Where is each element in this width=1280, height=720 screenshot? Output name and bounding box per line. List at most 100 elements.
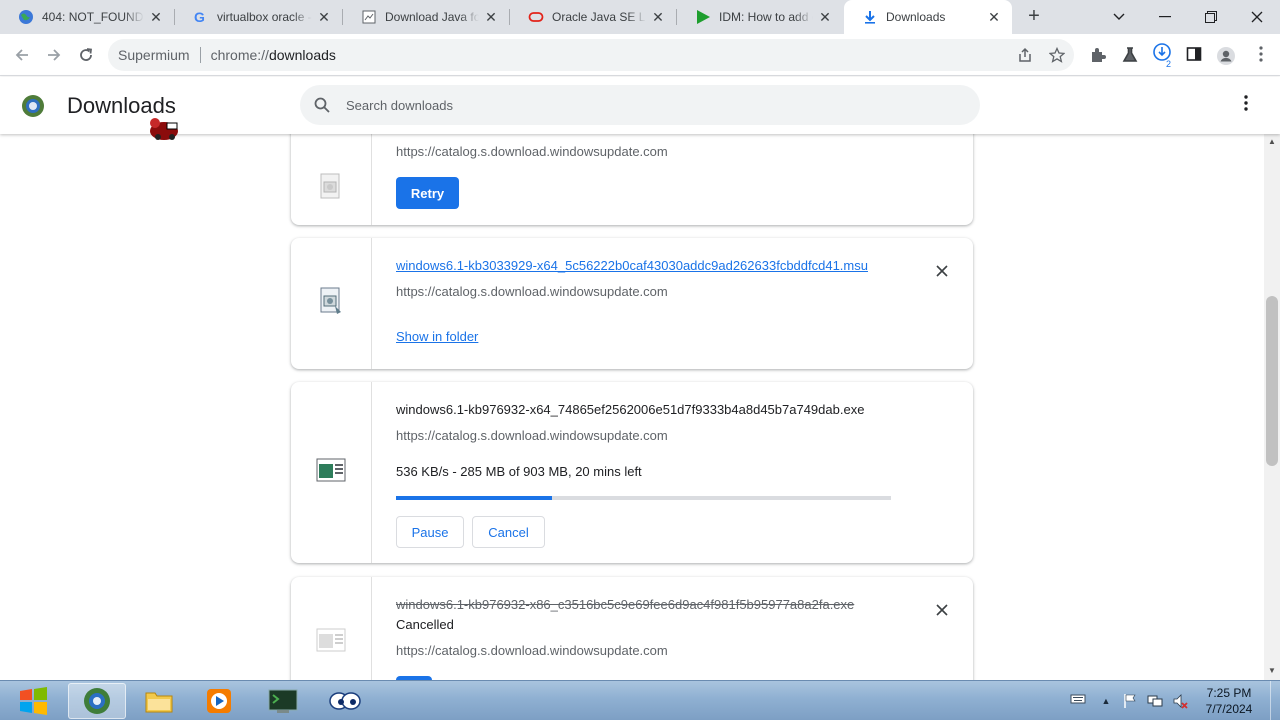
download-card: windows6.1-kb976932-x64_74865ef2562006e5… <box>291 382 973 563</box>
tab-strip: 404: NOT_FOUND ✕ G virtualbox oracle - G… <box>0 0 1280 34</box>
download-file-link[interactable]: windows6.1-kb3033929-x64_5c56222b0caf430… <box>396 258 868 273</box>
google-icon: G <box>193 9 209 25</box>
executable-file-icon <box>316 457 346 488</box>
globe-icon <box>18 9 34 25</box>
tab-downloads[interactable]: Downloads ✕ <box>844 0 1012 34</box>
supermium-icon <box>84 688 110 714</box>
scroll-up-arrow-icon[interactable]: ▲ <box>1268 138 1276 146</box>
show-desktop-button[interactable] <box>1270 681 1280 720</box>
keyboard-tray-icon[interactable] <box>1070 693 1086 709</box>
download-card: https://catalog.s.download.windowsupdate… <box>291 134 973 225</box>
cursor-busy-icon <box>147 115 181 141</box>
oracle-icon <box>528 9 544 25</box>
close-icon[interactable]: ✕ <box>483 9 499 26</box>
download-file-name: windows6.1-kb976932-x86_c3516bc5c9e69fee… <box>396 597 855 612</box>
close-icon[interactable]: ✕ <box>986 9 1002 26</box>
search-placeholder: Search downloads <box>346 97 453 113</box>
bookmark-star-icon[interactable] <box>1048 46 1066 65</box>
new-tab-button[interactable]: + <box>1024 6 1044 28</box>
download-card: windows6.1-kb976932-x86_c3516bc5c9e69fee… <box>291 577 973 680</box>
tab-virtualbox-search[interactable]: G virtualbox oracle - Google Search ✕ <box>175 0 342 34</box>
supermium-logo-icon <box>21 94 45 118</box>
clock-time: 7:25 PM <box>1206 686 1252 700</box>
download-source-url: https://catalog.s.download.windowsupdate… <box>396 428 668 443</box>
show-in-folder-link[interactable]: Show in folder <box>396 329 478 344</box>
browser-brand: Supermium <box>118 47 190 63</box>
more-actions-button[interactable] <box>1236 95 1256 115</box>
search-icon <box>314 97 330 113</box>
taskbar-file-explorer[interactable] <box>130 683 188 719</box>
retry-button[interactable]: Retry <box>396 177 459 209</box>
clock-date: 7/7/2024 <box>1205 702 1253 716</box>
taskbar-supermium[interactable] <box>68 683 126 719</box>
windows-logo-icon <box>20 687 47 715</box>
close-icon <box>936 604 948 616</box>
search-downloads-input[interactable]: Search downloads <box>300 85 980 125</box>
pause-button[interactable]: Pause <box>396 516 464 548</box>
forward-button[interactable] <box>42 43 66 67</box>
installer-file-icon <box>317 172 345 207</box>
download-source-url: https://catalog.s.download.windowsupdate… <box>396 284 668 299</box>
action-center-flag-icon[interactable] <box>1122 693 1138 709</box>
taskbar-media-player[interactable] <box>190 683 248 719</box>
folder-icon <box>145 692 173 713</box>
volume-muted-icon[interactable] <box>1172 693 1188 709</box>
browser-menu-icon[interactable] <box>1252 46 1270 64</box>
media-player-icon <box>207 689 231 713</box>
arrow-left-icon <box>15 49 28 61</box>
tab-search-button[interactable] <box>1096 0 1142 34</box>
installer-file-icon <box>317 286 345 321</box>
page-scrollbar[interactable]: ▲ ▼ <box>1264 134 1280 680</box>
download-progress-text: 536 KB/s - 285 MB of 903 MB, 20 mins lef… <box>396 464 642 479</box>
taskbar-app-eyes[interactable] <box>316 683 374 719</box>
scroll-down-arrow-icon[interactable]: ▼ <box>1268 667 1276 675</box>
restore-button[interactable] <box>1188 0 1234 34</box>
back-button[interactable] <box>10 43 34 67</box>
share-icon[interactable] <box>1016 47 1034 65</box>
taskbar-terminal[interactable] <box>254 683 312 719</box>
profile-avatar-icon[interactable] <box>1216 46 1235 65</box>
close-icon[interactable]: ✕ <box>650 9 666 26</box>
flask-extension-icon[interactable] <box>1121 46 1139 64</box>
browser-toolbar: Supermium chrome://downloads 2 <box>0 34 1280 76</box>
more-vert-icon <box>1244 95 1248 111</box>
address-bar[interactable]: Supermium chrome://downloads <box>108 39 1074 71</box>
cancel-button[interactable]: Cancel <box>472 516 545 548</box>
url-text: chrome://downloads <box>210 47 336 63</box>
remove-download-button[interactable] <box>933 601 951 619</box>
taskbar-clock[interactable]: 7:25 PM 7/7/2024 <box>1196 685 1262 717</box>
close-icon[interactable]: ✕ <box>817 9 833 26</box>
minimize-button[interactable] <box>1142 0 1188 34</box>
svg-text:G: G <box>194 9 205 25</box>
tab-idm-how-to[interactable]: IDM: How to add download ✕ <box>677 0 843 34</box>
download-card: windows6.1-kb3033929-x64_5c56222b0caf430… <box>291 238 973 369</box>
close-icon[interactable]: ✕ <box>148 9 164 26</box>
tab-download-java[interactable]: Download Java for Windows ✕ <box>343 0 509 34</box>
download-source-url: https://catalog.s.download.windowsupdate… <box>396 144 668 159</box>
close-icon[interactable]: ✕ <box>316 9 332 26</box>
remove-download-button[interactable] <box>933 262 951 280</box>
idm-play-icon <box>695 9 711 25</box>
download-status: Cancelled <box>396 617 454 632</box>
tab-404-not-found[interactable]: 404: NOT_FOUND ✕ <box>0 0 174 34</box>
close-icon <box>936 265 948 277</box>
downloads-toolbar-icon[interactable]: 2 <box>1152 42 1174 69</box>
start-button[interactable] <box>14 683 54 719</box>
document-icon <box>361 9 377 25</box>
eyes-icon <box>329 692 361 710</box>
show-hidden-icons-icon[interactable]: ▲ <box>1098 693 1114 709</box>
side-panel-icon[interactable] <box>1185 46 1203 64</box>
windows-taskbar: ▲ 7:25 PM 7/7/2024 <box>0 680 1280 720</box>
scroll-thumb[interactable] <box>1266 296 1278 466</box>
tab-oracle-license[interactable]: Oracle Java SE License ✕ <box>510 0 676 34</box>
download-source-url: https://catalog.s.download.windowsupdate… <box>396 643 668 658</box>
extensions-icon[interactable] <box>1089 46 1107 64</box>
network-icon[interactable] <box>1147 693 1163 709</box>
download-progress-bar <box>396 496 891 500</box>
chevron-down-icon <box>1113 13 1125 20</box>
reload-button[interactable] <box>74 43 98 67</box>
downloads-header: Downloads Search downloads <box>0 77 1280 140</box>
download-progress-fill <box>396 496 553 500</box>
downloads-list: https://catalog.s.download.windowsupdate… <box>0 134 1264 680</box>
close-window-button[interactable] <box>1234 0 1280 34</box>
